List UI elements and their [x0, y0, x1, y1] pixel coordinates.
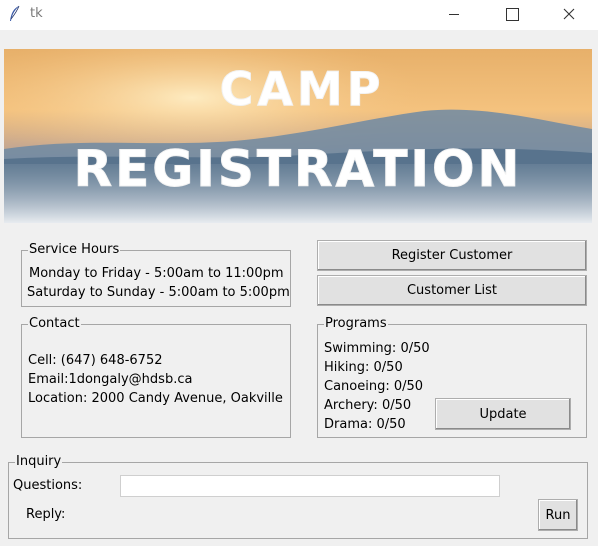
register-customer-button[interactable]: Register Customer: [317, 240, 587, 271]
service-hours-legend: Service Hours: [29, 242, 120, 257]
banner-title-camp: CAMP: [220, 62, 385, 116]
update-button[interactable]: Update: [435, 398, 571, 430]
programs-legend: Programs: [325, 316, 387, 331]
reply-label: Reply:: [26, 507, 66, 522]
close-icon[interactable]: [546, 0, 592, 30]
inquiry-legend: Inquiry: [16, 454, 62, 469]
contact-email: Email:1dongaly@hdsb.ca: [28, 372, 193, 387]
program-archery: Archery: 0/50: [324, 398, 412, 413]
program-drama: Drama: 0/50: [324, 417, 406, 432]
questions-label: Questions:: [13, 478, 83, 493]
service-hours-weekend: Saturday to Sunday - 5:00am to 5:00pm: [27, 285, 290, 300]
run-button[interactable]: Run: [538, 499, 578, 531]
minimize-icon[interactable]: [432, 0, 478, 30]
title-bar: tk: [0, 0, 598, 30]
banner-image: CAMP REGISTRATION: [4, 49, 592, 223]
program-canoeing: Canoeing: 0/50: [324, 379, 424, 394]
contact-location: Location: 2000 Candy Avenue, Oakville: [28, 391, 283, 406]
maximize-icon[interactable]: [488, 0, 534, 30]
contact-legend: Contact: [29, 316, 80, 331]
inquiry-frame: Inquiry: [8, 455, 588, 539]
program-swimming: Swimming: 0/50: [324, 341, 430, 356]
service-hours-weekday: Monday to Friday - 5:00am to 11:00pm: [29, 266, 284, 281]
questions-input[interactable]: [120, 475, 500, 497]
camp-registration-banner: CAMP REGISTRATION: [4, 49, 592, 223]
contact-cell: Cell: (647) 648-6752: [28, 353, 163, 368]
feather-icon: [10, 5, 20, 21]
banner-title-registration: REGISTRATION: [74, 140, 523, 198]
program-hiking: Hiking: 0/50: [324, 360, 403, 375]
close-x-glyph: [563, 8, 575, 20]
customer-list-button[interactable]: Customer List: [317, 275, 587, 306]
window-title: tk: [30, 6, 43, 21]
